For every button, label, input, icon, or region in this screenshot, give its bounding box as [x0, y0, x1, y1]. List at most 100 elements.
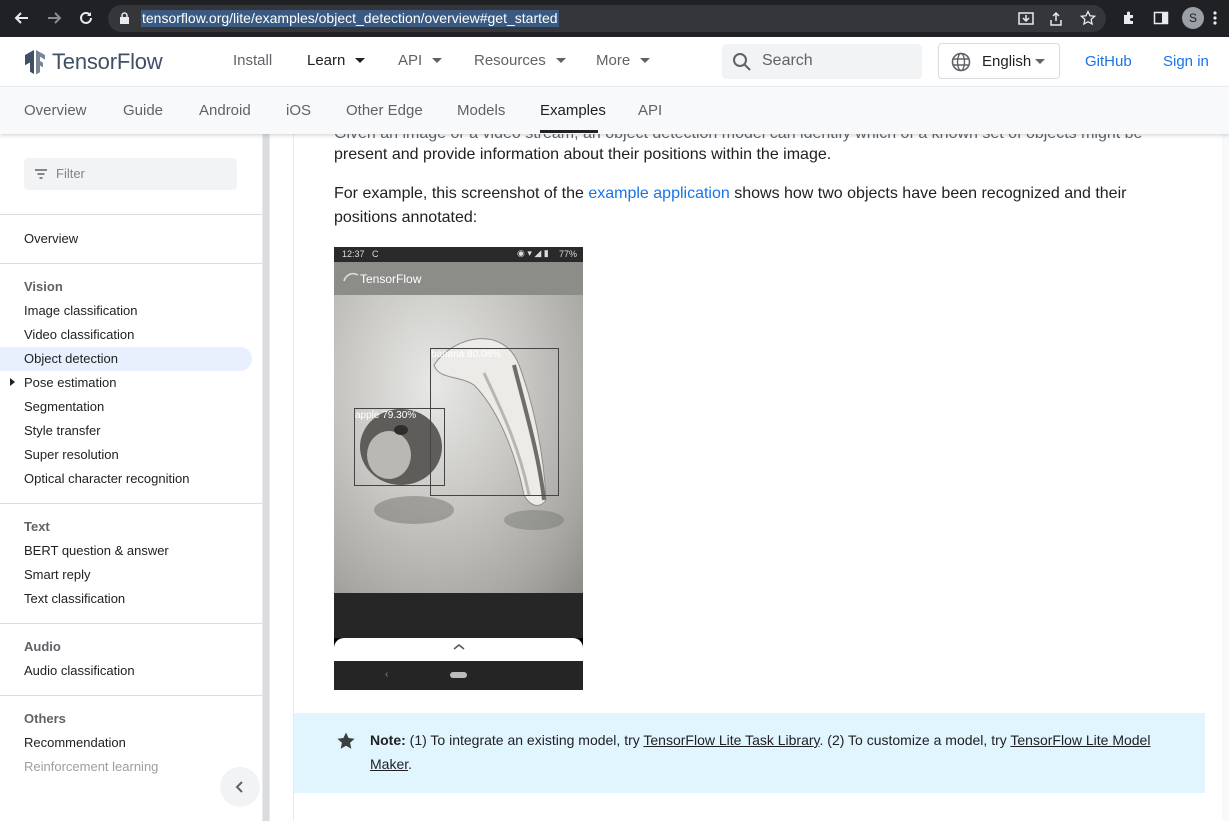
filter-input[interactable]: Filter [24, 158, 237, 190]
sidebar-heading-others: Others [24, 711, 66, 726]
site-header: TensorFlow Install Learn API Resources M… [0, 37, 1229, 86]
tensorflow-logo[interactable]: TensorFlow [24, 47, 163, 77]
phone-back-icon: ‹ [385, 669, 389, 680]
reload-icon[interactable] [74, 6, 98, 30]
chevron-down-icon [355, 58, 366, 63]
tab-android[interactable]: Android [199, 102, 251, 119]
sidebar-item-text-classification[interactable]: Text classification [24, 591, 125, 607]
chevron-left-icon [235, 781, 243, 793]
sidebar-scrollbar-thumb[interactable] [263, 134, 269, 821]
sidebar-divider [0, 623, 262, 624]
forward-icon[interactable] [42, 6, 66, 30]
sidebar-heading-text: Text [24, 519, 50, 534]
bookmark-star-icon[interactable] [1079, 9, 1097, 31]
paragraph-text: For example, this screenshot of the [334, 185, 589, 202]
nav-api-label: API [398, 52, 423, 69]
sidebar-item-smart-reply[interactable]: Smart reply [24, 567, 90, 583]
phone-nav-bar: ‹ [334, 661, 583, 690]
nav-api[interactable]: API [398, 52, 443, 69]
sidebar-item-image-classification[interactable]: Image classification [24, 303, 137, 319]
tab-models[interactable]: Models [457, 102, 505, 119]
install-app-icon[interactable] [1018, 11, 1034, 32]
nav-resources[interactable]: Resources [474, 52, 566, 69]
sidebar-divider [0, 695, 262, 696]
profile-initial: S [1182, 7, 1204, 29]
nav-more[interactable]: More [596, 52, 651, 69]
nav-learn-label: Learn [307, 52, 346, 69]
sidebar-item-bert-qa[interactable]: BERT question & answer [24, 543, 169, 559]
chevron-up-icon [453, 644, 465, 650]
chevron-down-icon [555, 58, 566, 63]
sidebar-item-overview[interactable]: Overview [24, 231, 78, 247]
paragraph-example: For example, this screenshot of the exam… [334, 182, 1174, 230]
nav-install-label: Install [233, 52, 273, 69]
sidebar-item-recommendation[interactable]: Recommendation [24, 735, 126, 751]
tab-guide[interactable]: Guide [123, 102, 163, 119]
browser-toolbar: tensorflow.org/lite/examples/object_dete… [0, 0, 1229, 37]
nav-learn[interactable]: Learn [307, 52, 366, 69]
note-label: Note: [370, 732, 406, 748]
filter-placeholder: Filter [56, 166, 85, 181]
tab-other-edge[interactable]: Other Edge [346, 102, 423, 119]
logo-text: TensorFlow [52, 49, 163, 74]
sidebar-scrollbar[interactable] [262, 134, 270, 821]
note-part: (1) To integrate an existing model, try [405, 732, 644, 748]
bounding-box-banana [430, 348, 559, 496]
sidebar-item-reinforcement-learning[interactable]: Reinforcement learning [24, 759, 158, 775]
profile-avatar[interactable]: S [1181, 6, 1205, 30]
phone-home-pill [450, 672, 467, 678]
chevron-down-icon [1035, 59, 1045, 64]
sidebar-divider [0, 503, 262, 504]
tab-ios[interactable]: iOS [286, 102, 311, 119]
phone-time: 12:37 [342, 249, 365, 259]
sidebar-item-ocr[interactable]: Optical character recognition [24, 471, 189, 487]
address-bar[interactable]: tensorflow.org/lite/examples/object_dete… [108, 5, 1106, 32]
search-input[interactable]: Search [722, 44, 922, 79]
page-scrollbar[interactable] [1222, 134, 1229, 821]
sidebar-item-segmentation[interactable]: Segmentation [24, 399, 104, 415]
task-library-link[interactable]: TensorFlow Lite Task Library [643, 732, 819, 748]
language-selector[interactable]: English [938, 43, 1060, 79]
lock-icon[interactable] [119, 12, 130, 30]
tab-examples[interactable]: Examples [540, 102, 606, 119]
example-application-link[interactable]: example application [588, 185, 729, 202]
sidebar-item-object-detection[interactable]: Object detection [24, 351, 118, 367]
detection-label-banana: banana 80.08% [431, 349, 502, 360]
sidebar-divider [0, 263, 262, 264]
nav-more-label: More [596, 52, 631, 69]
phone-bottom-sheet [334, 638, 583, 661]
share-icon[interactable] [1048, 11, 1064, 32]
tensorflow-logo-icon [25, 50, 45, 75]
side-panel-icon[interactable] [1149, 6, 1173, 30]
phone-signal-icons: ◉ ▾ ◢ ▮ [517, 248, 549, 258]
star-icon [337, 732, 355, 749]
tab-overview[interactable]: Overview [24, 102, 87, 119]
expand-arrow-icon[interactable] [10, 378, 15, 386]
sidebar-heading-vision: Vision [24, 279, 63, 294]
back-icon[interactable] [10, 6, 34, 30]
sidebar-item-style-transfer[interactable]: Style transfer [24, 423, 101, 439]
detection-label-apple: apple 79.30% [355, 410, 417, 421]
sidebar-item-audio-classification[interactable]: Audio classification [24, 663, 135, 679]
note-part: . [408, 756, 413, 772]
collapse-sidebar-button[interactable] [220, 767, 260, 807]
paragraph-intro: present and provide information about th… [334, 146, 832, 163]
menu-kebab-icon[interactable] [1203, 6, 1227, 30]
note-part: . (2) To customize a model, try [819, 732, 1011, 748]
sidebar-item-pose-estimation[interactable]: Pose estimation [24, 375, 117, 391]
sidebar-item-super-resolution[interactable]: Super resolution [24, 447, 119, 463]
url-text[interactable]: tensorflow.org/lite/examples/object_dete… [141, 10, 559, 27]
github-link[interactable]: GitHub [1085, 53, 1132, 70]
search-icon [733, 53, 751, 71]
signin-link[interactable]: Sign in [1163, 53, 1209, 70]
detection-photo: banana 80.08% apple 79.30% [334, 295, 583, 593]
sidebar-divider [0, 214, 262, 215]
nav-install[interactable]: Install [233, 52, 272, 69]
phone-battery: 77% [559, 249, 578, 259]
phone-app-title: TensorFlow [360, 272, 422, 286]
filter-icon [35, 169, 47, 179]
tab-api[interactable]: API [638, 102, 662, 119]
sidebar-item-video-classification[interactable]: Video classification [24, 327, 134, 343]
extensions-icon[interactable] [1117, 6, 1141, 30]
language-label: English [982, 53, 1032, 70]
